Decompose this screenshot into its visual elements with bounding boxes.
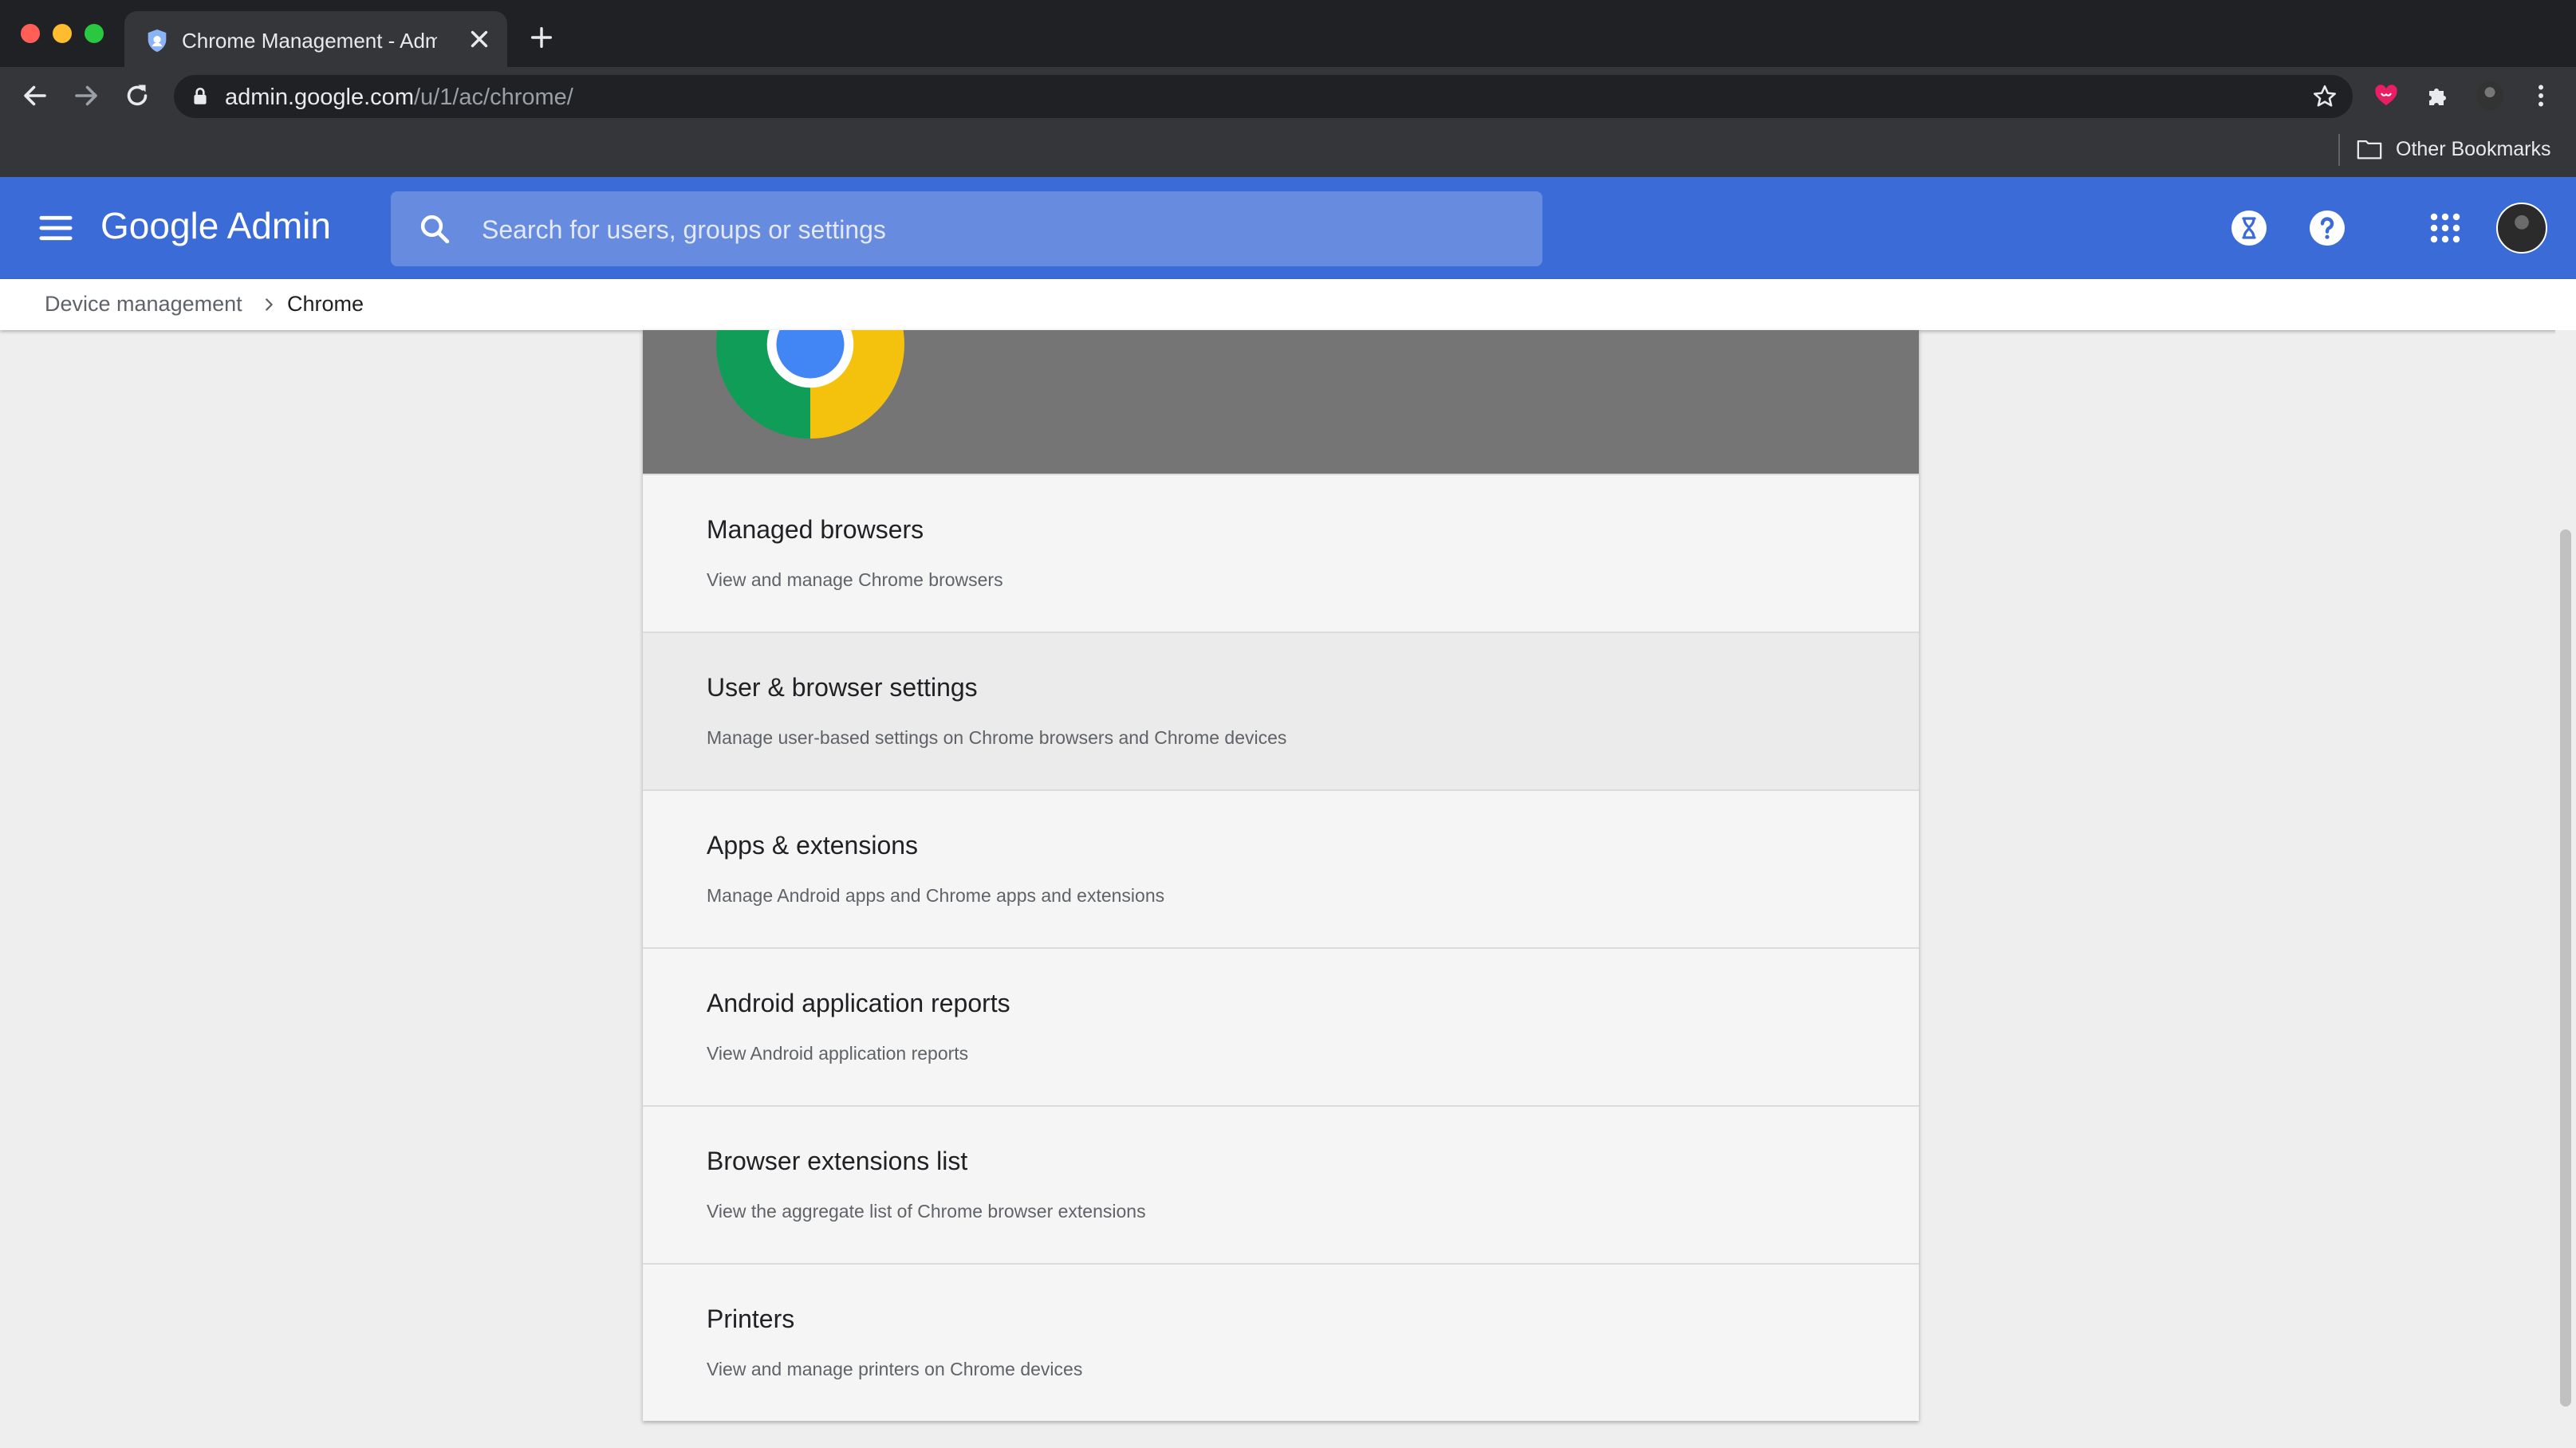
- admin-search-box[interactable]: [391, 191, 1542, 266]
- breadcrumb-current: Chrome: [287, 292, 364, 316]
- window-minimize-button[interactable]: [53, 24, 72, 43]
- browser-tab-strip: Chrome Management - Admin: [0, 0, 2576, 67]
- url-host: admin.google.com: [225, 85, 414, 110]
- menu-icon[interactable]: [38, 212, 73, 244]
- window-zoom-button[interactable]: [85, 24, 104, 43]
- url-path: /u/1/ac/chrome/: [413, 85, 573, 110]
- chevron-right-icon: [266, 298, 273, 311]
- more-vert-icon[interactable]: [2527, 81, 2555, 110]
- browser-tab-active[interactable]: Chrome Management - Admin: [124, 11, 507, 67]
- list-item-description: Manage Android apps and Chrome apps and …: [707, 885, 1165, 906]
- tab-title: Chrome Management - Admin: [182, 29, 437, 53]
- admin-app-bar: Google Admin: [0, 177, 2576, 279]
- bookmarks-divider: [2338, 134, 2340, 166]
- google-admin-logo[interactable]: Google Admin: [100, 204, 331, 247]
- search-input[interactable]: [480, 209, 1520, 250]
- account-avatar[interactable]: [2496, 203, 2547, 254]
- list-item-title: Apps & extensions: [707, 831, 919, 860]
- list-item-description: View Android application reports: [707, 1043, 969, 1064]
- list-item-android-app-reports[interactable]: Android application reports View Android…: [643, 947, 1919, 1105]
- lock-icon[interactable]: [190, 86, 211, 107]
- list-item-title: Browser extensions list: [707, 1147, 968, 1175]
- close-icon[interactable]: [466, 26, 493, 53]
- other-bookmarks-link[interactable]: Other Bookmarks: [2396, 138, 2551, 161]
- browser-toolbar: admin.google.com/u/1/ac/chrome/: [0, 67, 2576, 124]
- admin-shield-icon: [148, 29, 167, 53]
- scrollbar-thumb[interactable]: [2560, 529, 2571, 1407]
- list-item-title: Android application reports: [707, 989, 1010, 1017]
- list-item-description: Manage user-based settings on Chrome bro…: [707, 727, 1287, 748]
- plus-icon[interactable]: [528, 24, 555, 51]
- list-item-title: Managed browsers: [707, 515, 924, 544]
- reload-icon[interactable]: [123, 81, 152, 110]
- list-item-browser-extensions-list[interactable]: Browser extensions list View the aggrega…: [643, 1105, 1919, 1263]
- chrome-logo-icon: [716, 330, 904, 439]
- list-item-description: View the aggregate list of Chrome browse…: [707, 1201, 1146, 1222]
- apps-grid-icon[interactable]: [2426, 209, 2464, 247]
- folder-icon[interactable]: [2356, 137, 2383, 161]
- list-item-managed-browsers[interactable]: Managed browsers View and manage Chrome …: [643, 474, 1919, 632]
- profile-avatar-icon[interactable]: [2476, 81, 2504, 110]
- breadcrumb-device-management[interactable]: Device management: [45, 292, 242, 317]
- heart-extension-icon[interactable]: [2372, 81, 2401, 110]
- star-icon[interactable]: [2311, 83, 2338, 110]
- chrome-hero-banner: [643, 330, 1919, 474]
- puzzle-extensions-icon[interactable]: [2424, 81, 2453, 110]
- chrome-management-card: Managed browsers View and manage Chrome …: [643, 330, 1919, 1421]
- url-text[interactable]: admin.google.com/u/1/ac/chrome/: [225, 85, 573, 111]
- help-icon[interactable]: [2308, 209, 2346, 247]
- list-item-title: Printers: [707, 1304, 795, 1333]
- list-item-user-browser-settings[interactable]: User & browser settings Manage user-base…: [643, 632, 1919, 789]
- list-item-apps-extensions[interactable]: Apps & extensions Manage Android apps an…: [643, 789, 1919, 947]
- page-scrollbar[interactable]: [2555, 330, 2576, 1448]
- list-item-title: User & browser settings: [707, 673, 978, 702]
- bookmarks-bar: Other Bookmarks: [0, 124, 2576, 177]
- hourglass-icon[interactable]: [2230, 209, 2268, 247]
- list-item-description: View and manage printers on Chrome devic…: [707, 1359, 1083, 1379]
- arrow-left-icon[interactable]: [21, 81, 49, 110]
- list-item-description: View and manage Chrome browsers: [707, 569, 1003, 590]
- arrow-right-icon[interactable]: [72, 81, 100, 110]
- breadcrumb: Device management Chrome: [0, 279, 2576, 330]
- search-icon[interactable]: [418, 212, 451, 246]
- list-item-printers[interactable]: Printers View and manage printers on Chr…: [643, 1263, 1919, 1421]
- window-close-button[interactable]: [21, 24, 40, 43]
- address-bar[interactable]: admin.google.com/u/1/ac/chrome/: [174, 75, 2353, 118]
